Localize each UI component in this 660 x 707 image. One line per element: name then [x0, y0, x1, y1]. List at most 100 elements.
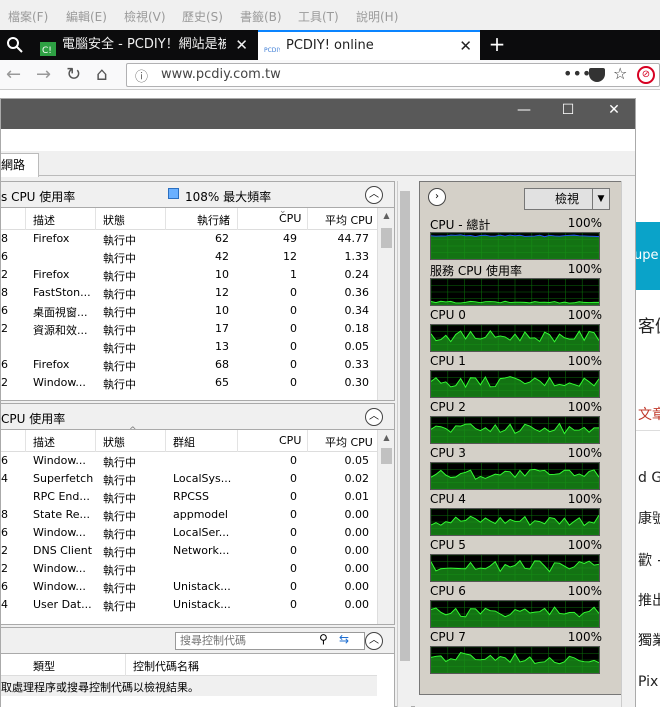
- page-text[interactable]: 歡 +: [638, 550, 660, 570]
- menu-history[interactable]: 歷史(S): [182, 8, 223, 25]
- col-cpu[interactable]: CPU: [279, 434, 301, 447]
- cell-description: Window...: [33, 454, 86, 467]
- menu-tools[interactable]: 工具(T): [298, 8, 339, 25]
- url-text[interactable]: www.pcdiy.com.tw: [161, 67, 281, 82]
- tab-security-article[interactable]: C! 電腦安全 - PCDIY！網站是被控 ✕: [34, 30, 256, 60]
- table-row[interactable]: 2 資源和效... 執行中 17 0 0.18: [1, 320, 377, 338]
- panel-header[interactable]: CPU 使用率 ︿: [1, 404, 394, 430]
- cell-cpu: 0: [290, 544, 297, 557]
- cell-cpu: 0: [290, 472, 297, 485]
- bookmark-star-icon[interactable]: ☆: [613, 64, 627, 83]
- tab-network[interactable]: 網路: [1, 153, 39, 177]
- table-row[interactable]: 4 User Dat... 執行中 Unistack... 0 0.00: [1, 596, 377, 614]
- scroll-thumb[interactable]: [381, 448, 392, 464]
- cpu-graph-label: CPU 7: [430, 630, 466, 644]
- service-list-scrollbar[interactable]: ▲: [377, 430, 394, 624]
- col-status[interactable]: 狀態: [103, 212, 125, 228]
- col-handle-name[interactable]: 控制代碼名稱: [133, 658, 199, 674]
- table-row[interactable]: 8 Firefox 執行中 62 49 44.77: [1, 230, 377, 248]
- window-titlebar[interactable]: — ☐ ✕: [1, 99, 635, 129]
- collapse-chevron-up-icon[interactable]: ︿: [365, 408, 383, 426]
- table-row[interactable]: 6 執行中 42 12 1.33: [1, 248, 377, 266]
- view-dropdown-icon[interactable]: ▼: [592, 189, 609, 209]
- table-row[interactable]: 8 State Re... 執行中 appmodel 0 0.00: [1, 506, 377, 524]
- collapse-chevron-up-icon[interactable]: ︿: [365, 632, 383, 650]
- page-text: 客僱: [638, 317, 660, 337]
- table-row[interactable]: 6 Window... 執行中 Unistack... 0 0.00: [1, 578, 377, 596]
- table-row[interactable]: 6 Window... 執行中 0 0.05: [1, 452, 377, 470]
- column-separator: [95, 208, 96, 230]
- back-arrow-icon[interactable]: ←: [6, 64, 21, 85]
- menu-edit[interactable]: 編輯(E): [66, 8, 107, 25]
- table-row[interactable]: 6 Window... 執行中 LocalSer... 0 0.00: [1, 524, 377, 542]
- collapse-chevron-up-icon[interactable]: ︿: [365, 186, 383, 204]
- blocked-content-icon[interactable]: ⊘: [637, 66, 655, 84]
- col-status[interactable]: 狀態: [103, 434, 125, 450]
- forward-arrow-icon[interactable]: →: [36, 64, 51, 85]
- close-window-icon[interactable]: ✕: [591, 102, 637, 118]
- page-text[interactable]: d G: [638, 470, 660, 486]
- close-tab-icon[interactable]: ✕: [235, 30, 248, 60]
- table-row[interactable]: RPC End... 執行中 RPCSS 0 0.01: [1, 488, 377, 506]
- col-description[interactable]: 描述: [33, 212, 55, 228]
- menu-bookmarks[interactable]: 書籤(B): [240, 8, 282, 25]
- table-row[interactable]: 2 Window... 執行中 0 0.00: [1, 560, 377, 578]
- info-icon[interactable]: ⓘ: [135, 66, 148, 85]
- scroll-up-icon[interactable]: ▲: [378, 208, 394, 224]
- table-row[interactable]: 6 桌面視窗... 執行中 10 0 0.34: [1, 302, 377, 320]
- page-text[interactable]: 獨業: [638, 630, 660, 650]
- col-avg-cpu[interactable]: 平均 CPU: [325, 212, 373, 228]
- col-group[interactable]: 群組: [173, 434, 195, 450]
- column-header-row: 描述 狀態 執行緒 ⌄ CPU 平均 CPU: [1, 206, 377, 230]
- navigation-bar: ← → ↻ ⌂ ⓘ www.pcdiy.com.tw ••• ☆ ⊘: [0, 60, 660, 90]
- col-type[interactable]: 類型: [33, 658, 55, 674]
- pocket-icon[interactable]: [589, 68, 605, 82]
- cell-avg-cpu: 0.00: [344, 562, 370, 575]
- cpu-usage-graph: [430, 554, 600, 582]
- menu-view[interactable]: 檢視(V): [124, 8, 166, 25]
- tab-pcdiy-online[interactable]: PCDIY PCDIY! online ✕: [258, 30, 480, 60]
- page-text[interactable]: 推出: [638, 590, 660, 610]
- home-icon[interactable]: ⌂: [96, 64, 107, 85]
- table-row[interactable]: 2 Firefox 執行中 10 1 0.24: [1, 266, 377, 284]
- table-row[interactable]: 4 Superfetch 執行中 LocalSys... 0 0.02: [1, 470, 377, 488]
- cell-group: Unistack...: [173, 580, 231, 593]
- page-text[interactable]: 康號: [638, 508, 660, 528]
- menu-help[interactable]: 說明(H): [356, 8, 398, 25]
- search-icon[interactable]: ⚲: [319, 632, 328, 646]
- cpu-graph-max: 100%: [567, 446, 602, 460]
- url-bar[interactable]: ⓘ www.pcdiy.com.tw ••• ☆ ⊘: [126, 63, 660, 87]
- table-row[interactable]: 2 Window... 執行中 65 0 0.30: [1, 374, 377, 392]
- menu-file[interactable]: 檔案(F): [8, 8, 48, 25]
- refresh-icon[interactable]: ⇆: [339, 632, 355, 648]
- cpu-graph-max: 100%: [567, 354, 602, 368]
- col-threads[interactable]: 執行緒: [197, 212, 230, 228]
- scroll-thumb[interactable]: [381, 228, 392, 248]
- scroll-thumb[interactable]: [400, 191, 410, 661]
- col-cpu[interactable]: CPU: [279, 212, 301, 225]
- new-tab-plus-icon[interactable]: +: [484, 30, 510, 60]
- minimize-icon[interactable]: —: [501, 102, 547, 118]
- table-row[interactable]: 8 FastSton... 執行中 12 0 0.36: [1, 284, 377, 302]
- process-list-scrollbar[interactable]: ▲: [377, 208, 394, 400]
- left-pane-scrollbar[interactable]: [397, 181, 411, 707]
- handles-panel: ⚲ ⇆ ︿ 類型 控制代碼名稱 取處理程序或搜尋控制代碼以檢視結果。: [1, 627, 395, 707]
- table-row[interactable]: 2 DNS Client 執行中 Network... 0 0.00: [1, 542, 377, 560]
- page-actions-icon[interactable]: •••: [563, 64, 591, 83]
- panel-header[interactable]: s CPU 使用率 108% 最大頻率 ︿: [1, 182, 394, 208]
- page-text[interactable]: Pix: [638, 674, 658, 690]
- table-row[interactable]: 執行中 13 0 0.05: [1, 338, 377, 356]
- maximize-icon[interactable]: ☐: [545, 102, 591, 118]
- col-avg-cpu[interactable]: 平均 CPU: [325, 434, 373, 450]
- search-handles-input[interactable]: [175, 632, 365, 650]
- expand-chevron-right-icon[interactable]: ›: [428, 188, 446, 206]
- table-row[interactable]: 6 Firefox 執行中 68 0 0.33: [1, 356, 377, 374]
- scroll-up-icon[interactable]: ▲: [378, 430, 394, 446]
- cell-status: 執行中: [103, 324, 136, 337]
- search-icon[interactable]: [6, 36, 26, 56]
- reload-icon[interactable]: ↻: [66, 64, 81, 85]
- close-tab-icon[interactable]: ✕: [459, 32, 472, 60]
- column-separator: [307, 208, 308, 230]
- col-description[interactable]: 描述: [33, 434, 55, 450]
- right-pane-scrollbar[interactable]: [621, 181, 635, 707]
